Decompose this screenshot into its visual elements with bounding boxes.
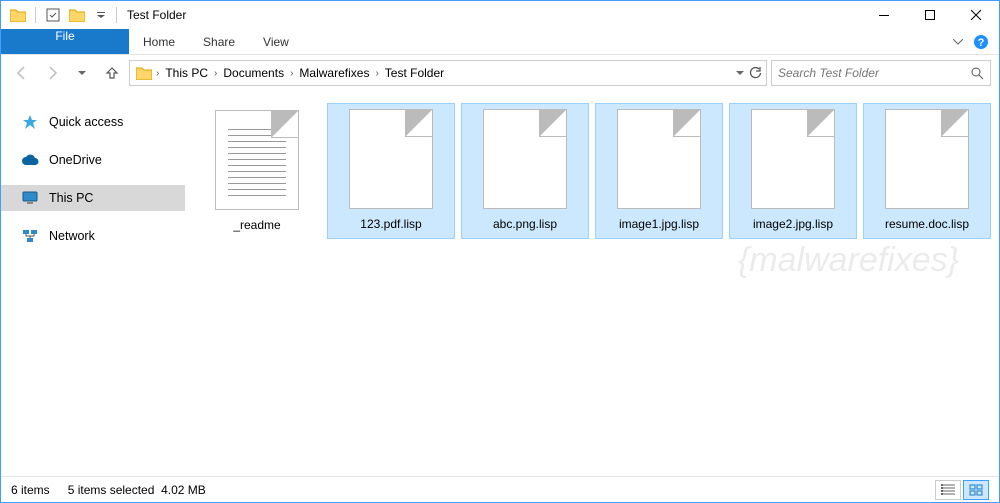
file-item[interactable]: abc.png.lisp — [461, 103, 589, 239]
star-icon — [21, 113, 39, 131]
file-thumbnail-icon — [349, 109, 433, 209]
window-controls — [861, 1, 999, 29]
selection-size: 4.02 MB — [161, 483, 206, 497]
properties-icon[interactable] — [42, 4, 64, 26]
nav-label: OneDrive — [49, 153, 102, 167]
nav-this-pc[interactable]: This PC — [1, 185, 185, 211]
ribbon-tabs: File Home Share View ? — [1, 29, 999, 55]
nav-quick-access[interactable]: Quick access — [1, 109, 185, 135]
back-button[interactable] — [9, 60, 35, 86]
search-box[interactable] — [771, 60, 991, 86]
file-name: 123.pdf.lisp — [360, 217, 421, 231]
address-bar: › This PC › Documents › Malwarefixes › T… — [1, 55, 999, 91]
nav-onedrive[interactable]: OneDrive — [1, 147, 185, 173]
file-name: image2.jpg.lisp — [753, 217, 833, 231]
help-icon[interactable]: ? — [973, 34, 989, 50]
forward-button[interactable] — [39, 60, 65, 86]
window-title: Test Folder — [127, 8, 186, 22]
body: Quick access OneDrive This PC Network {m… — [1, 91, 999, 476]
item-count: 6 items — [11, 483, 50, 497]
file-name: resume.doc.lisp — [885, 217, 969, 231]
file-list[interactable]: {malwarefixes} _readme 123.pdf.lisp abc.pn… — [185, 91, 999, 476]
file-item[interactable]: resume.doc.lisp — [863, 103, 991, 239]
watermark: {malwarefixes} — [738, 241, 959, 280]
search-icon[interactable] — [970, 66, 984, 80]
details-view-button[interactable] — [935, 480, 961, 500]
file-thumbnail-icon — [483, 109, 567, 209]
minimize-button[interactable] — [861, 1, 907, 29]
file-thumbnail-icon — [617, 109, 701, 209]
breadcrumb-item[interactable]: This PC — [159, 61, 214, 85]
view-switcher — [935, 480, 989, 500]
breadcrumb-item[interactable]: Test Folder — [379, 61, 450, 85]
address-dropdown-icon[interactable] — [736, 71, 744, 76]
status-bar: 6 items 5 items selected 4.02 MB — [1, 476, 999, 502]
divider — [35, 7, 36, 23]
ribbon-right: ? — [953, 29, 999, 54]
nav-label: This PC — [49, 191, 93, 205]
file-item[interactable]: 123.pdf.lisp — [327, 103, 455, 239]
close-button[interactable] — [953, 1, 999, 29]
tab-home[interactable]: Home — [129, 29, 189, 54]
file-thumbnail-icon — [751, 109, 835, 209]
cloud-icon — [21, 151, 39, 169]
breadcrumb-item[interactable]: Malwarefixes — [293, 61, 375, 85]
nav-label: Quick access — [49, 115, 123, 129]
file-name: image1.jpg.lisp — [619, 217, 699, 231]
ribbon-expand-icon[interactable] — [953, 39, 963, 45]
network-icon — [21, 227, 39, 245]
svg-text:?: ? — [978, 37, 985, 49]
folder-icon[interactable] — [7, 4, 29, 26]
nav-label: Network — [49, 229, 95, 243]
navigation-pane: Quick access OneDrive This PC Network — [1, 91, 185, 476]
title-bar: Test Folder — [1, 1, 999, 29]
tab-file[interactable]: File — [1, 29, 129, 54]
qat-dropdown-icon[interactable] — [90, 4, 112, 26]
breadcrumb[interactable]: › This PC › Documents › Malwarefixes › T… — [129, 60, 767, 86]
search-input[interactable] — [778, 66, 970, 80]
nav-network[interactable]: Network — [1, 223, 185, 249]
file-item[interactable]: image2.jpg.lisp — [729, 103, 857, 239]
divider — [116, 7, 117, 23]
up-button[interactable] — [99, 60, 125, 86]
file-name: abc.png.lisp — [493, 217, 557, 231]
monitor-icon — [21, 189, 39, 207]
file-name: _readme — [233, 218, 280, 232]
new-folder-icon[interactable] — [66, 4, 88, 26]
recent-dropdown-icon[interactable] — [69, 60, 95, 86]
file-thumbnail-icon — [215, 110, 299, 210]
selection-count: 5 items selected — [68, 483, 155, 497]
maximize-button[interactable] — [907, 1, 953, 29]
tab-view[interactable]: View — [249, 29, 303, 54]
file-item[interactable]: _readme — [193, 103, 321, 239]
tab-share[interactable]: Share — [189, 29, 249, 54]
refresh-icon[interactable] — [748, 66, 762, 80]
file-thumbnail-icon — [885, 109, 969, 209]
thumbnails-view-button[interactable] — [963, 480, 989, 500]
folder-icon — [134, 63, 154, 83]
breadcrumb-item[interactable]: Documents — [217, 61, 290, 85]
file-item[interactable]: image1.jpg.lisp — [595, 103, 723, 239]
quick-access-toolbar — [1, 4, 112, 26]
